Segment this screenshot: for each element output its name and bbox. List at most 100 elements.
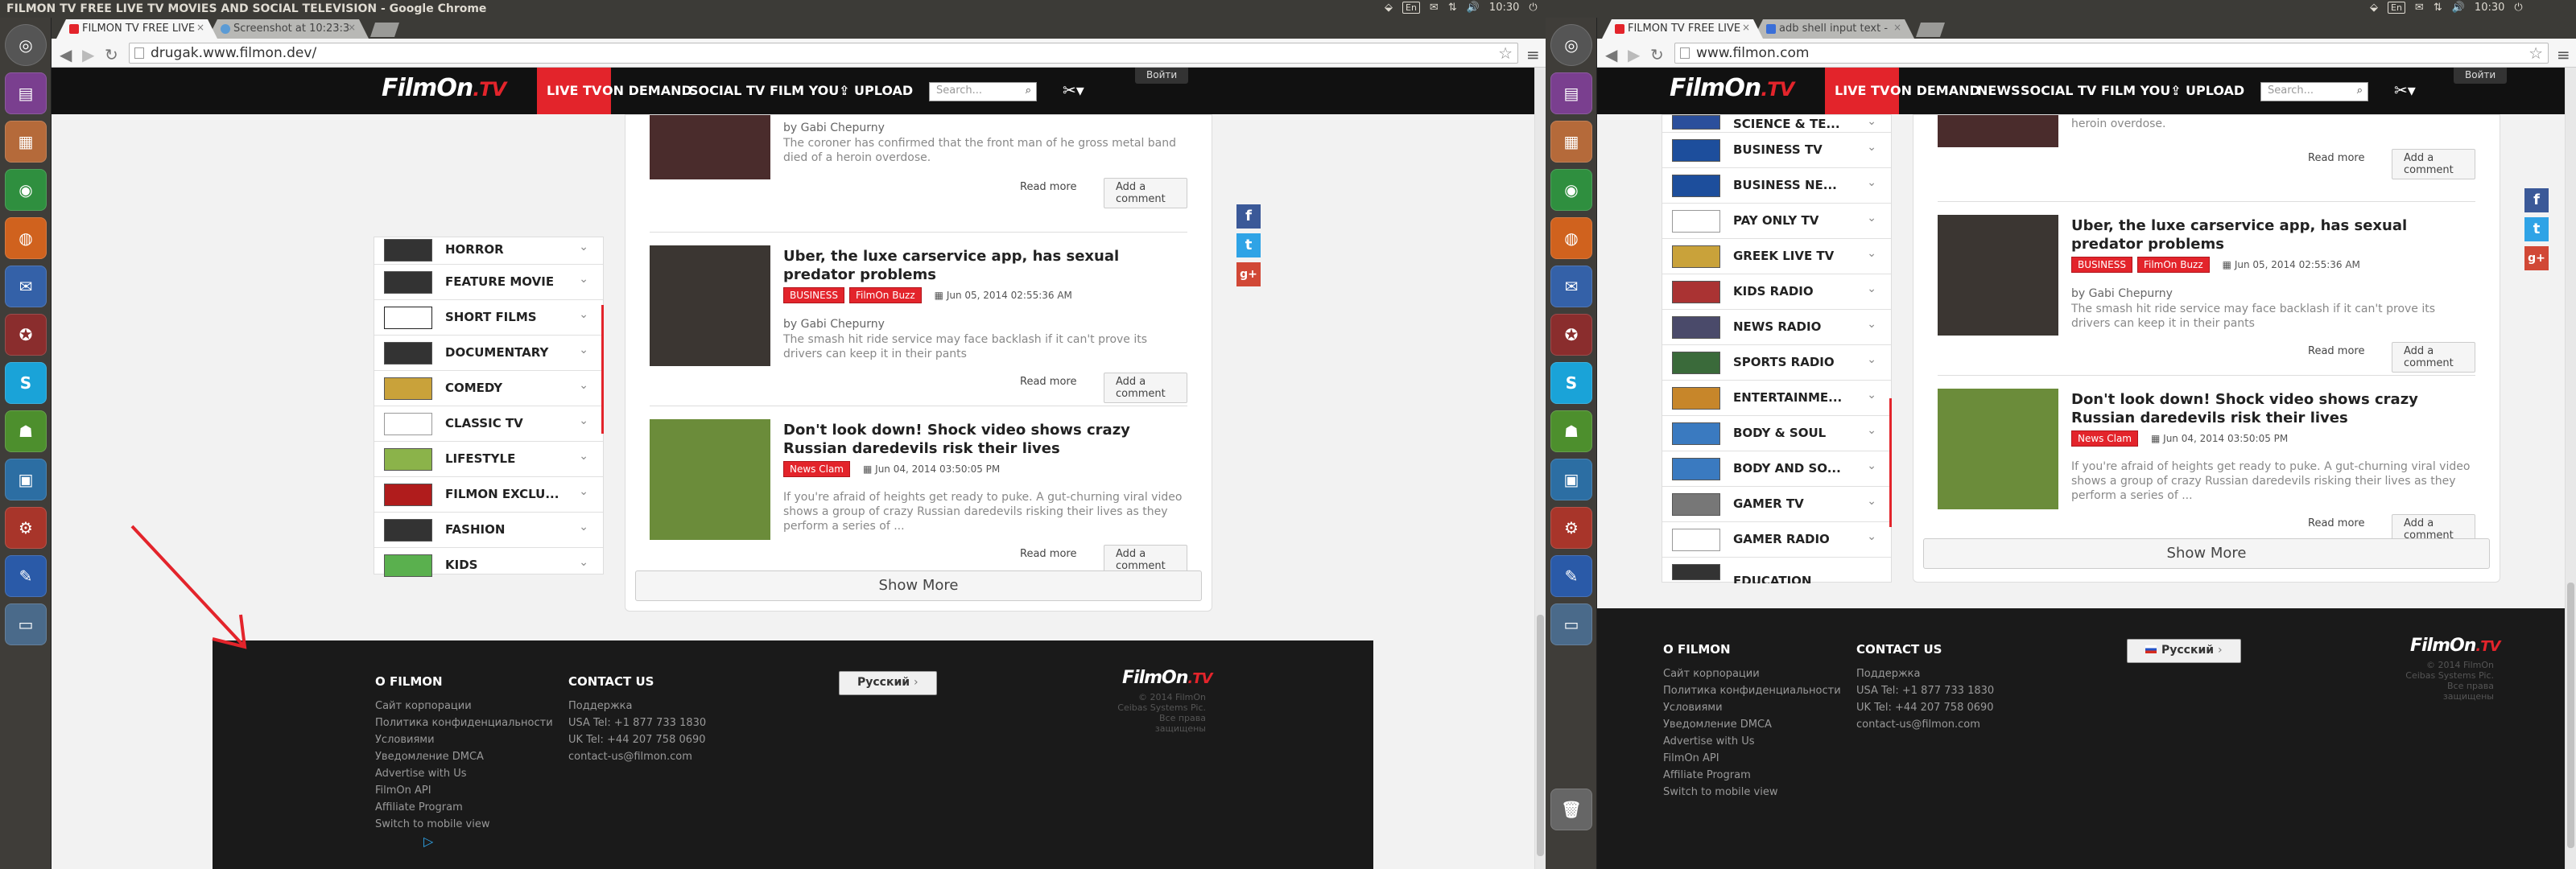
dropbox-icon[interactable]: ⬙ [2370,2,2378,14]
channel-item[interactable]: DOCUMENTARY ⌄ [374,336,603,371]
footer-link[interactable]: Advertise with Us [1663,735,1755,748]
footer-link[interactable]: Уведомление DMCA [375,751,484,763]
chevron-down-icon[interactable]: ⌄ [579,379,588,392]
chevron-down-icon[interactable]: ⌄ [1867,115,1876,128]
bookmark-star-icon[interactable]: ☆ [1498,43,1513,63]
firefox-icon[interactable]: ◍ [5,217,47,259]
app-icon[interactable]: ✪ [5,314,47,356]
googleplus-icon[interactable]: g+ [1236,262,1261,286]
read-more-link[interactable]: Read more [2308,345,2364,357]
add-comment-button[interactable]: Add a comment [2392,342,2475,373]
channel-item[interactable]: FASHION ⌄ [374,513,603,548]
chevron-down-icon[interactable]: ⌄ [579,308,588,321]
footer-link[interactable]: Условиями [1663,702,1723,714]
ubuntu-dash-icon[interactable]: ◎ [5,24,47,66]
thunderbird-icon[interactable]: ✉ [5,266,47,307]
chevron-down-icon[interactable]: ⌄ [1867,247,1876,260]
files-icon[interactable]: ▤ [5,72,47,114]
login-button[interactable]: Войти [1135,68,1189,84]
language-select[interactable]: Русский › [839,671,937,695]
trash-icon[interactable]: 🗑 [1550,789,1592,830]
read-more-link[interactable]: Read more [1020,376,1076,388]
scrollbar-thumb[interactable] [2567,583,2574,848]
show-more-button[interactable]: Show More [635,570,1202,601]
chevron-down-icon[interactable]: ⌄ [579,344,588,356]
ubuntu-dash-icon[interactable]: ◎ [1550,24,1592,66]
footer-link[interactable]: Поддержка [568,700,633,712]
back-icon[interactable]: ◀ [1605,45,1617,64]
files-icon[interactable]: ▤ [1550,72,1592,114]
firefox-icon[interactable]: ◍ [1550,217,1592,259]
twitter-icon[interactable]: t [1236,233,1261,257]
store-icon[interactable]: ▦ [5,121,47,163]
footer-link[interactable]: Affiliate Program [1663,769,1751,781]
tool-icon[interactable]: ✎ [5,555,47,597]
nav-upload[interactable]: ⇪ UPLOAD [829,68,923,114]
tools-icon[interactable]: ✂▾ [1063,80,1084,100]
channel-item[interactable]: ENTERTAINME... ⌄ [1662,381,1891,416]
channel-item[interactable]: KIDS ⌄ [374,548,603,583]
chrome-icon[interactable]: ◉ [1550,169,1592,211]
chevron-down-icon[interactable]: ⌄ [1867,318,1876,331]
article-thumbnail[interactable] [650,419,770,540]
chevron-down-icon[interactable]: ⌄ [1867,495,1876,508]
volume-icon[interactable]: 🔊 [2452,2,2465,14]
tools-icon[interactable]: ✂▾ [2394,80,2416,100]
close-icon[interactable]: × [1742,22,1750,33]
channel-item[interactable]: GAMER RADIO ⌄ [1662,522,1891,558]
filmon-logo[interactable]: FilmOn.TV [382,74,506,102]
chevron-down-icon[interactable]: ⌄ [1867,282,1876,295]
article-title[interactable]: Uber, the luxe carservice app, has sexua… [2071,216,2475,253]
chevron-down-icon[interactable]: ⌄ [1867,353,1876,366]
googleplus-icon[interactable]: g+ [2524,246,2549,270]
close-icon[interactable]: × [1893,22,1901,33]
new-tab-button[interactable] [370,23,399,37]
clock[interactable]: 10:30 [1489,2,1519,14]
facebook-icon[interactable]: f [1236,204,1261,229]
skype-icon[interactable]: S [5,362,47,404]
power-icon[interactable]: ⏻ [1529,2,1537,14]
search-input[interactable]: Search... ⌕ [2260,82,2368,101]
article-title[interactable]: Uber, the luxe carservice app, has sexua… [783,247,1187,284]
close-icon[interactable]: × [196,22,204,33]
channel-item[interactable]: BUSINESS NE... ⌄ [1662,168,1891,204]
add-comment-button[interactable]: Add a comment [1104,373,1187,403]
nav-upload[interactable]: ⇪ UPLOAD [2161,68,2254,114]
footer-link[interactable]: Условиями [375,734,435,746]
chevron-down-icon[interactable]: ⌄ [579,241,588,253]
show-more-button[interactable]: Show More [1923,538,2490,569]
page-scrollbar[interactable] [1534,68,1546,869]
power-icon[interactable]: ⏻ [2514,2,2522,14]
channel-item[interactable]: SCIENCE & TE... ⌄ [1662,115,1891,133]
back-icon[interactable]: ◀ [60,45,72,64]
footer-link[interactable]: Affiliate Program [375,801,463,813]
thunderbird-icon[interactable]: ✉ [1550,266,1592,307]
add-comment-button[interactable]: Add a comment [2392,149,2475,179]
address-bar[interactable]: drugak.www.filmon.dev/ ☆ [129,43,1518,64]
play-icon[interactable]: ▷ [423,834,433,849]
chevron-down-icon[interactable]: ⌄ [579,414,588,427]
network-icon[interactable]: ⇅ [2434,2,2442,14]
keyboard-layout[interactable]: En [1402,2,1420,14]
document-icon[interactable]: ▣ [5,459,47,500]
tab-filmon[interactable]: FILMON TV FREE LIVE × [1602,19,1763,39]
footer-link[interactable]: Сайт корпорации [375,700,472,712]
article-thumbnail[interactable] [1938,215,2058,336]
read-more-link[interactable]: Read more [2308,517,2364,529]
channel-item[interactable]: BUSINESS TV ⌄ [1662,133,1891,168]
chevron-down-icon[interactable]: ⌄ [1867,459,1876,472]
read-more-link[interactable]: Read more [1020,181,1076,193]
dropbox-icon[interactable]: ⬙ [1385,2,1393,14]
search-icon[interactable]: ⌕ [2357,84,2363,97]
address-bar[interactable]: www.filmon.com ☆ [1674,43,2549,64]
chevron-down-icon[interactable]: ⌄ [1867,176,1876,189]
scrollbar-thumb[interactable] [1537,615,1544,856]
footer-link[interactable]: FilmOn API [375,785,431,797]
volume-icon[interactable]: 🔊 [1467,2,1480,14]
channel-item[interactable]: FILMON EXCLU... ⌄ [374,477,603,513]
article-thumbnail[interactable] [1938,115,2058,147]
filmon-logo[interactable]: FilmOn.TV [1670,74,1794,102]
app-icon[interactable]: ✪ [1550,314,1592,356]
tab-filmon[interactable]: FILMON TV FREE LIVE × [56,19,217,39]
login-button[interactable]: Войти [2454,68,2508,84]
